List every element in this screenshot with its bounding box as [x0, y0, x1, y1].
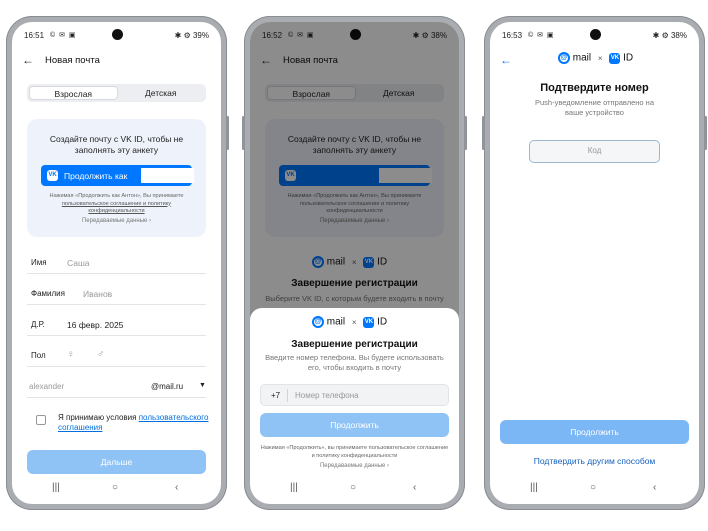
vk-logo-icon: VK — [363, 316, 375, 328]
confirm-subtitle: Push-уведомление отправлено на ваше устр… — [534, 98, 654, 117]
battery-indicator: ✱ ⚙ 39% — [174, 31, 209, 40]
back-button[interactable]: ‹ — [653, 482, 656, 493]
gender-field: Пол ♀ ♂ — [27, 341, 206, 367]
recents-button[interactable]: ||| — [52, 482, 60, 493]
brand-x: × — [351, 317, 357, 327]
vk-logo-icon: VK — [609, 52, 621, 64]
arrow-left-icon[interactable]: ← — [500, 53, 512, 67]
home-button[interactable]: ○ — [590, 482, 596, 493]
vk-id-card: Создайте почту с VK ID, чтобы не заполня… — [27, 119, 206, 237]
screen-new-mail: 16:51 © ✉ ▣ ✱ ⚙ 39% ← Новая почта Взросл… — [12, 22, 221, 504]
phone-placeholder: Номер телефона — [295, 391, 359, 400]
system-nav-bar: ||| ○ ‹ — [250, 482, 459, 498]
mail-vk-brand: @ mail × VK ID — [312, 316, 387, 328]
first-name-field[interactable]: Имя Саша — [27, 248, 206, 274]
recents-button[interactable]: ||| — [530, 482, 538, 493]
status-time: 16:51 — [24, 31, 45, 40]
shared-data-link[interactable]: Передаваемые данные › — [250, 463, 459, 469]
vk-card-text: Создайте почту с VK ID, чтобы не заполня… — [49, 134, 184, 155]
page-title: Новая почта — [45, 55, 100, 66]
phone-3: 16:53 © ✉ ▣ ✱ ⚙ 38% ← @ mail × VK ID Под… — [482, 16, 707, 510]
legal-link[interactable]: пользовательское соглашение и политику к… — [62, 201, 171, 215]
back-button[interactable]: ‹ — [175, 482, 178, 493]
arrow-left-icon[interactable]: ← — [22, 53, 34, 67]
brand-x: × — [597, 53, 603, 63]
home-button[interactable]: ○ — [112, 482, 118, 493]
vk-legal-text: Нажимая «Продолжить как Антон», Вы прини… — [37, 193, 196, 216]
back-button[interactable]: ‹ — [413, 482, 416, 493]
status-time: 16:53 — [502, 31, 523, 40]
agree-prefix: Я принимаю условия — [58, 413, 137, 422]
sheet-legal-text: Нажимая «Продолжить», вы принимаете поль… — [260, 445, 449, 459]
birthdate-field[interactable]: Д.Р. 16 февр. 2025 — [27, 310, 206, 336]
account-type-tabs: Взрослая Детская — [27, 84, 206, 102]
gender-label: Пол — [31, 351, 46, 360]
volume-button — [482, 116, 485, 150]
tab-adult[interactable]: Взрослая — [29, 86, 118, 100]
mail-at-icon: @ — [558, 52, 570, 64]
phone-1: 16:51 © ✉ ▣ ✱ ⚙ 39% ← Новая почта Взросл… — [6, 16, 229, 510]
volume-button — [242, 116, 245, 150]
birthdate-label: Д.Р. — [31, 320, 45, 329]
system-nav-bar: ||| ○ ‹ — [12, 482, 221, 498]
agree-text: Я принимаю условия пользовательского сог… — [58, 413, 221, 433]
brand-id: ID — [377, 316, 388, 328]
female-icon[interactable]: ♀ — [67, 349, 75, 360]
first-name-label: Имя — [31, 258, 47, 267]
sheet-subtitle: Введите номер телефона. Вы будете исполь… — [265, 353, 444, 372]
agree-checkbox[interactable] — [36, 415, 46, 425]
country-code: +7 — [271, 391, 281, 400]
phone-2: 16:52 © ✉ ▣ ✱ ⚙ 38% ← Новая почта Взросл… — [242, 16, 467, 510]
system-nav-bar: ||| ○ ‹ — [490, 482, 699, 498]
screen-registration-sheet: 16:52 © ✉ ▣ ✱ ⚙ 38% ← Новая почта Взросл… — [250, 22, 459, 504]
sheet-title: Завершение регистрации — [291, 339, 418, 350]
confirm-title: Подтвердите номер — [540, 82, 649, 94]
front-camera — [589, 29, 601, 40]
continue-button[interactable]: Продолжить — [260, 413, 449, 437]
login-field[interactable]: alexander @mail.ru ▼ — [27, 372, 206, 398]
app-bar: ← Новая почта — [12, 48, 221, 72]
screen-confirm-number: 16:53 © ✉ ▣ ✱ ⚙ 38% ← @ mail × VK ID Под… — [490, 22, 699, 504]
field-divider — [287, 389, 288, 402]
last-name-field[interactable]: Фамилия Иванов — [27, 279, 206, 305]
male-icon[interactable]: ♂ — [97, 349, 105, 360]
recents-button[interactable]: ||| — [290, 482, 298, 493]
login-placeholder: alexander — [29, 382, 65, 391]
redacted-name — [141, 168, 194, 183]
tab-child[interactable]: Детская — [118, 86, 205, 100]
brand-mail: mail — [572, 52, 592, 64]
continue-button[interactable]: Продолжить — [500, 420, 689, 444]
domain-select[interactable]: @mail.ru — [151, 382, 183, 391]
continue-as-label: Продолжить как — [64, 171, 128, 181]
code-input[interactable]: Код — [529, 140, 660, 163]
bottom-sheet: @ mail × VK ID Завершение регистрации Вв… — [250, 308, 459, 504]
power-button — [464, 116, 467, 150]
legal-prefix: Нажимая «Продолжить как Антон», Вы прини… — [49, 193, 184, 199]
last-name-value: Иванов — [83, 289, 113, 299]
power-button — [704, 116, 707, 150]
first-name-value: Саша — [67, 258, 90, 268]
home-button[interactable]: ○ — [350, 482, 356, 493]
birthdate-value: 16 февр. 2025 — [67, 320, 124, 330]
phone-number-input[interactable]: +7 Номер телефона — [260, 384, 449, 406]
mail-vk-brand: @ mail × VK ID — [558, 52, 633, 64]
battery-indicator: ✱ ⚙ 38% — [652, 31, 687, 40]
chevron-down-icon[interactable]: ▼ — [199, 382, 206, 389]
front-camera — [111, 29, 123, 40]
status-icons: © ✉ ▣ — [50, 32, 77, 39]
last-name-label: Фамилия — [31, 289, 65, 298]
mail-at-icon: @ — [312, 316, 324, 328]
status-icons: © ✉ ▣ — [528, 32, 555, 39]
vk-logo-icon: VK — [47, 170, 58, 181]
stage: 16:51 © ✉ ▣ ✱ ⚙ 39% ← Новая почта Взросл… — [0, 0, 708, 531]
other-method-link[interactable]: Подтвердить другим способом — [490, 456, 699, 466]
volume-button — [226, 116, 229, 150]
next-button[interactable]: Дальше — [27, 450, 206, 474]
shared-data-link[interactable]: Передаваемые данные › — [27, 218, 206, 224]
brand-mail: mail — [326, 316, 346, 328]
brand-id: ID — [623, 52, 634, 64]
continue-as-button[interactable]: VK Продолжить как — [41, 165, 194, 186]
